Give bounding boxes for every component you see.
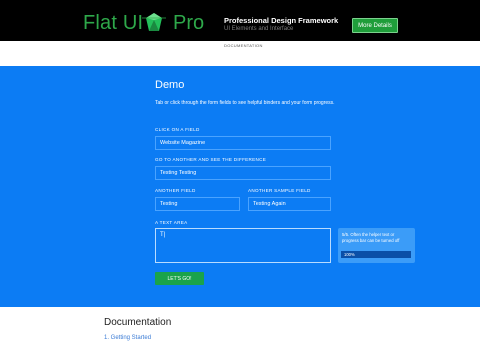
logo-text[interactable]: Flat UI <box>83 12 143 35</box>
nav-strip: DOCUMENTATION <box>0 41 480 66</box>
field-label-1: CLICK ON A FIELD <box>155 127 200 132</box>
textarea-label: A TEXT AREA <box>155 220 188 225</box>
lets-go-button[interactable]: LET'S GO! <box>155 272 204 285</box>
documentation-heading: Documentation <box>104 317 172 328</box>
nav-documentation-link[interactable]: DOCUMENTATION <box>224 43 263 48</box>
helper-tooltip: 5/5. Often the helper text or progress b… <box>338 228 415 263</box>
more-details-button[interactable]: More Details <box>352 18 398 33</box>
text-field-2[interactable]: Testing Testing <box>155 166 331 180</box>
demo-title: Demo <box>155 79 185 91</box>
documentation-section: Documentation 1. Getting Started <box>0 307 480 360</box>
getting-started-link[interactable]: 1. Getting Started <box>104 335 151 341</box>
progress-label: 100% <box>344 252 355 257</box>
text-area[interactable]: T| <box>155 228 331 263</box>
header-subline: UI Elements and Interface <box>224 26 294 32</box>
text-field-4[interactable]: Testing Again <box>248 197 331 211</box>
gem-icon <box>142 13 166 31</box>
progress-bar: 100% <box>341 251 411 258</box>
text-field-1[interactable]: Website Magazine <box>155 136 331 150</box>
demo-section: Demo Tab or click through the form field… <box>0 66 480 307</box>
top-header: Flat UI Pro Professional Design Framewor… <box>0 0 480 41</box>
logo-suffix: Pro <box>173 12 205 34</box>
demo-description: Tab or click through the form fields to … <box>155 100 335 106</box>
text-field-3[interactable]: Testing <box>155 197 240 211</box>
field-label-2: GO TO ANOTHER AND SEE THE DIFFERENCE <box>155 157 267 162</box>
header-tagline: Professional Design Framework <box>224 16 339 25</box>
helper-text: 5/5. Often the helper text or progress b… <box>342 232 400 243</box>
field-label-4: ANOTHER SAMPLE FIELD <box>248 188 311 193</box>
field-label-3: ANOTHER FIELD <box>155 188 196 193</box>
